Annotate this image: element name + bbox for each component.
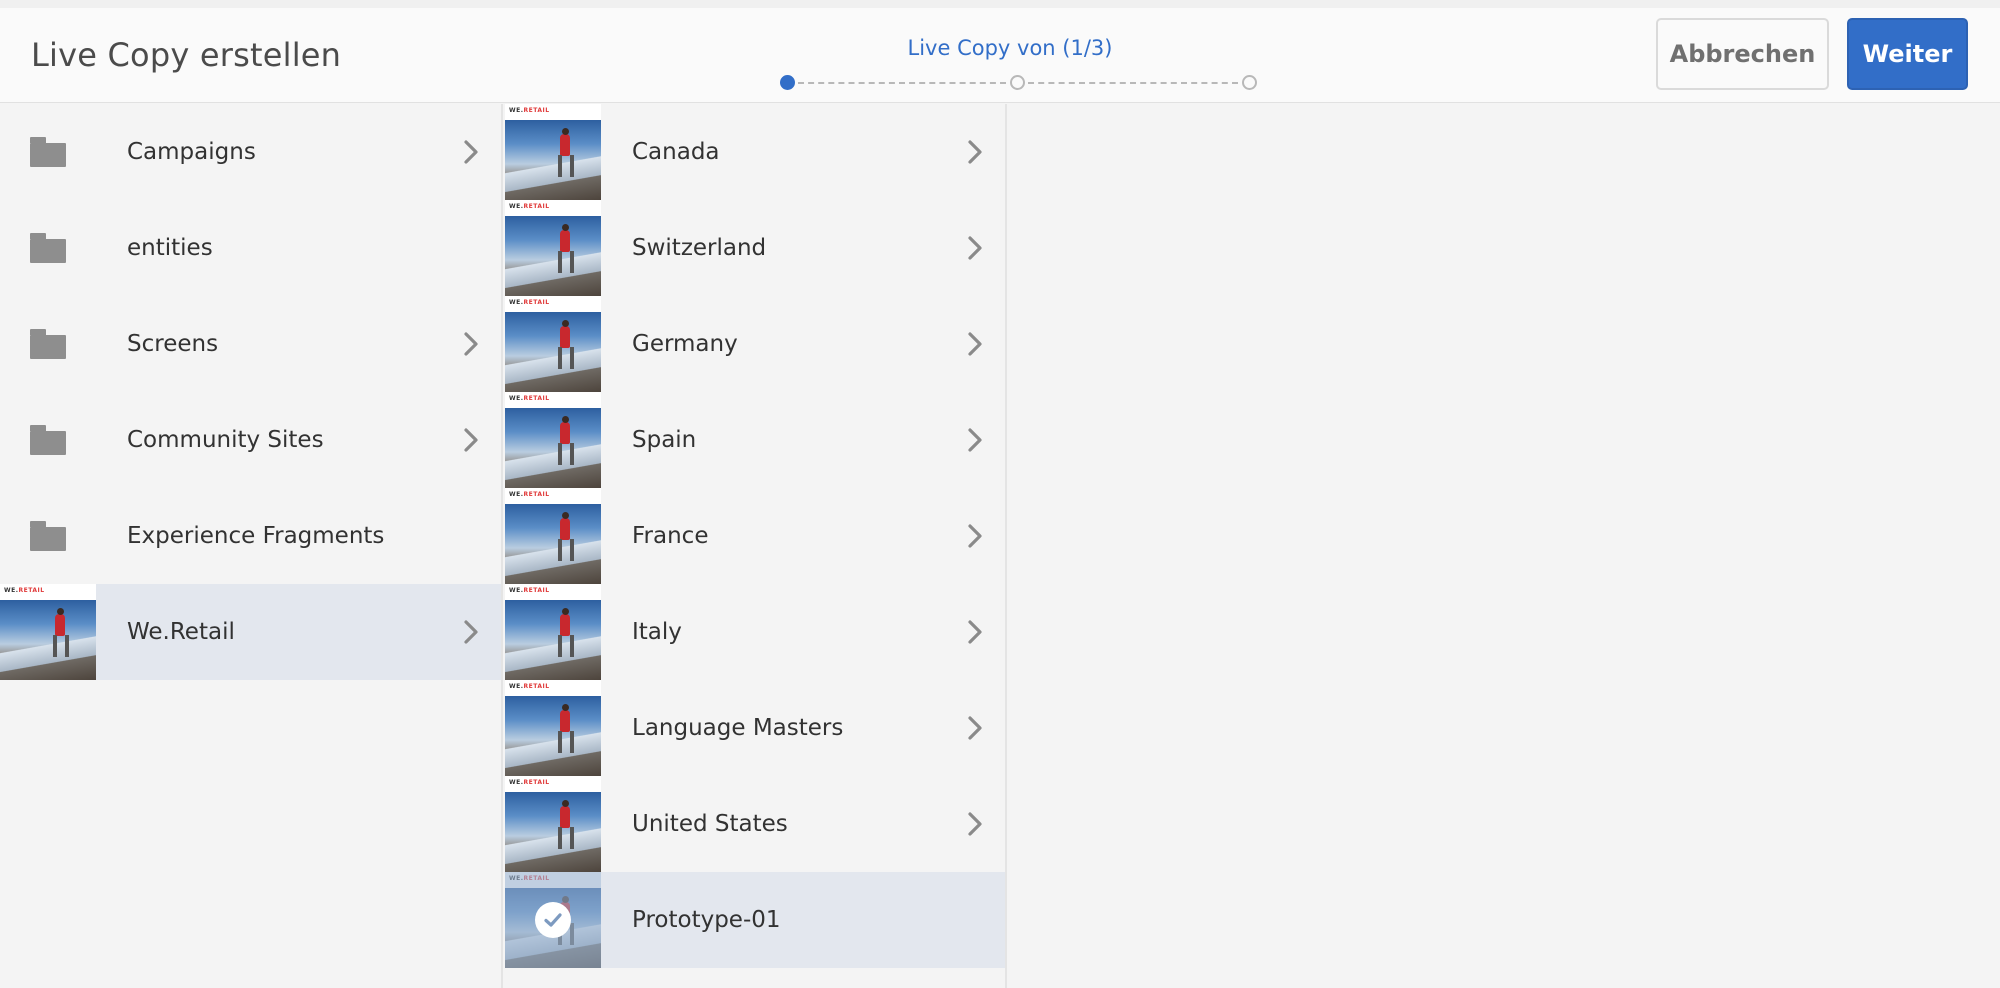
column-item-spain[interactable]: WE.RETAIL Spain <box>505 392 1005 488</box>
column-item-community-sites[interactable]: Community Sites <box>0 392 501 488</box>
chevron-right-icon[interactable] <box>441 140 501 164</box>
column-item-label: France <box>632 523 709 549</box>
column-item-label: Community Sites <box>127 427 324 453</box>
column-view-we-retail[interactable]: WE.RETAIL Canada WE.RETAIL Switzerland WE.RE… <box>505 104 1007 988</box>
page-title: Live Copy erstellen <box>31 36 342 74</box>
item-thumbnail: WE.RETAIL <box>505 296 601 392</box>
page-thumbnail-image: WE.RETAIL <box>505 680 601 776</box>
item-thumbnail <box>0 488 96 584</box>
column-view-root[interactable]: Campaigns entities Screens Community Sites E… <box>0 104 503 988</box>
folder-icon <box>30 521 66 551</box>
item-thumbnail <box>0 392 96 488</box>
step-label: Live Copy von (1/3) <box>907 36 1113 60</box>
step-dot-1 <box>780 75 795 90</box>
item-thumbnail: WE.RETAIL <box>505 584 601 680</box>
step-connector <box>798 82 1006 84</box>
column-item-prototype-01[interactable]: WE.RETAIL Prototype-01 <box>505 872 1005 968</box>
item-thumbnail: WE.RETAIL <box>505 776 601 872</box>
folder-icon <box>30 329 66 359</box>
column-item-label: We.Retail <box>127 619 235 645</box>
top-strip <box>0 0 2000 8</box>
chevron-right-icon[interactable] <box>441 620 501 644</box>
thumbnail-brand: WE.RETAIL <box>509 683 550 690</box>
column-item-italy[interactable]: WE.RETAIL Italy <box>505 584 1005 680</box>
page-thumbnail-image: WE.RETAIL <box>505 392 601 488</box>
cancel-button[interactable]: Abbrechen <box>1656 18 1829 90</box>
column-item-label: Switzerland <box>632 235 767 261</box>
wizard-progress: Live Copy von (1/3) <box>760 28 1260 98</box>
next-button[interactable]: Weiter <box>1847 18 1968 90</box>
column-item-campaigns[interactable]: Campaigns <box>0 104 501 200</box>
wizard-header: Live Copy erstellen Live Copy von (1/3) … <box>0 8 2000 103</box>
item-thumbnail <box>0 200 96 296</box>
step-indicator <box>780 75 1260 95</box>
page-thumbnail-image: WE.RETAIL <box>505 200 601 296</box>
column-item-screens[interactable]: Screens <box>0 296 501 392</box>
thumbnail-brand: WE.RETAIL <box>4 587 45 594</box>
item-thumbnail: WE.RETAIL <box>505 200 601 296</box>
chevron-right-icon[interactable] <box>945 524 1005 548</box>
column-item-entities[interactable]: entities <box>0 200 501 296</box>
column-item-label: Spain <box>632 427 697 453</box>
column-item-label: Canada <box>632 139 720 165</box>
column-item-language-masters[interactable]: WE.RETAIL Language Masters <box>505 680 1005 776</box>
thumbnail-brand: WE.RETAIL <box>509 107 550 114</box>
column-item-label: Experience Fragments <box>127 523 385 549</box>
chevron-right-icon[interactable] <box>945 140 1005 164</box>
thumbnail-brand: WE.RETAIL <box>509 491 550 498</box>
page-thumbnail-image: WE.RETAIL <box>505 488 601 584</box>
page-thumbnail-image: WE.RETAIL <box>505 872 601 968</box>
check-icon <box>535 902 571 938</box>
thumbnail-brand: WE.RETAIL <box>509 587 550 594</box>
column-item-experience-fragments[interactable]: Experience Fragments <box>0 488 501 584</box>
step-dot-3 <box>1242 75 1257 90</box>
column-item-label: entities <box>127 235 213 261</box>
chevron-right-icon[interactable] <box>945 620 1005 644</box>
chevron-right-icon[interactable] <box>945 332 1005 356</box>
column-item-switzerland[interactable]: WE.RETAIL Switzerland <box>505 200 1005 296</box>
chevron-right-icon[interactable] <box>945 812 1005 836</box>
item-thumbnail: WE.RETAIL <box>505 392 601 488</box>
column-item-label: Campaigns <box>127 139 256 165</box>
column-item-label: Italy <box>632 619 682 645</box>
chevron-right-icon[interactable] <box>945 236 1005 260</box>
column-item-label: Germany <box>632 331 738 357</box>
chevron-right-icon[interactable] <box>441 332 501 356</box>
item-thumbnail: WE.RETAIL <box>505 680 601 776</box>
column-item-label: United States <box>632 811 788 837</box>
page-thumbnail-image: WE.RETAIL <box>0 584 96 680</box>
item-thumbnail: WE.RETAIL <box>505 488 601 584</box>
page-thumbnail-image: WE.RETAIL <box>505 104 601 200</box>
step-connector <box>1028 82 1238 84</box>
item-thumbnail: WE.RETAIL <box>0 584 96 680</box>
column-item-united-states[interactable]: WE.RETAIL United States <box>505 776 1005 872</box>
column-item-france[interactable]: WE.RETAIL France <box>505 488 1005 584</box>
folder-icon <box>30 137 66 167</box>
item-thumbnail: WE.RETAIL <box>505 872 601 968</box>
column-item-label: Language Masters <box>632 715 844 741</box>
item-thumbnail <box>0 296 96 392</box>
folder-icon <box>30 233 66 263</box>
page-thumbnail-image: WE.RETAIL <box>505 776 601 872</box>
column-view-empty <box>1009 104 2000 988</box>
column-item-we-retail[interactable]: WE.RETAIL We.Retail <box>0 584 501 680</box>
chevron-right-icon[interactable] <box>945 428 1005 452</box>
folder-icon <box>30 425 66 455</box>
page-thumbnail-image: WE.RETAIL <box>505 584 601 680</box>
thumbnail-brand: WE.RETAIL <box>509 395 550 402</box>
page-thumbnail-image: WE.RETAIL <box>505 296 601 392</box>
item-thumbnail <box>0 104 96 200</box>
thumbnail-brand: WE.RETAIL <box>509 203 550 210</box>
step-dot-2 <box>1010 75 1025 90</box>
column-item-canada[interactable]: WE.RETAIL Canada <box>505 104 1005 200</box>
chevron-right-icon[interactable] <box>441 428 501 452</box>
column-item-label: Prototype-01 <box>632 907 781 933</box>
item-thumbnail: WE.RETAIL <box>505 104 601 200</box>
thumbnail-brand: WE.RETAIL <box>509 299 550 306</box>
column-item-germany[interactable]: WE.RETAIL Germany <box>505 296 1005 392</box>
chevron-right-icon[interactable] <box>945 716 1005 740</box>
thumbnail-brand: WE.RETAIL <box>509 779 550 786</box>
column-item-label: Screens <box>127 331 219 357</box>
